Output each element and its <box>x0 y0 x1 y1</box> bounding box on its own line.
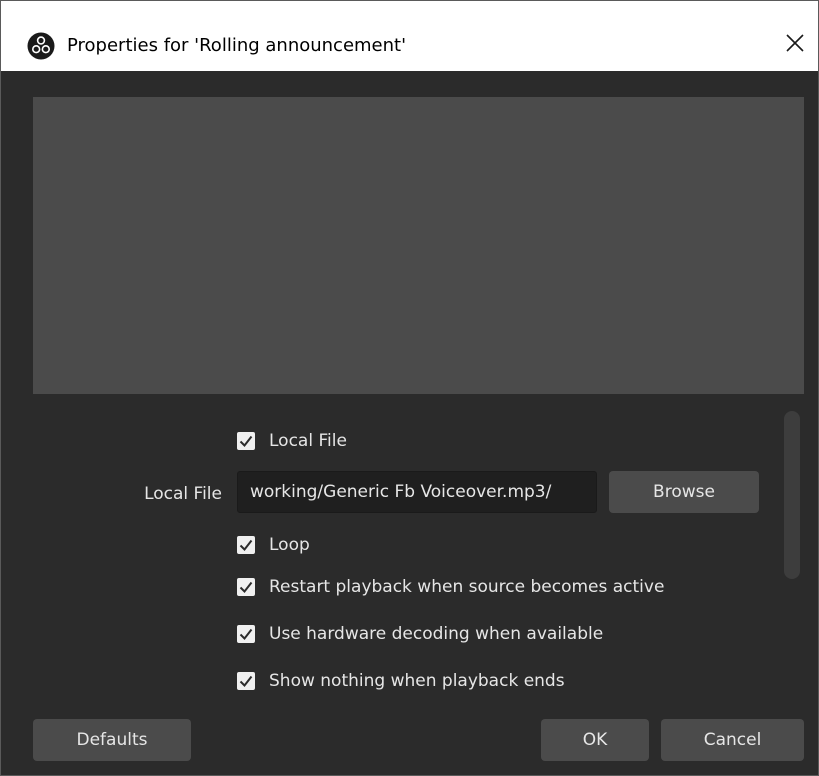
hardware-decoding-checkbox-label: Use hardware decoding when available <box>269 624 604 644</box>
checkbox-checked-icon <box>237 625 255 643</box>
ok-button[interactable]: OK <box>541 719 649 761</box>
loop-checkbox[interactable]: Loop <box>237 533 310 557</box>
checkbox-checked-icon <box>237 578 255 596</box>
local-file-path-input[interactable] <box>237 471 597 513</box>
local-file-field-label: Local File <box>144 484 222 504</box>
local-file-checkbox[interactable]: Local File <box>237 429 347 453</box>
close-button[interactable] <box>772 23 818 67</box>
obs-logo-icon <box>27 32 55 60</box>
close-icon <box>786 34 804 56</box>
cancel-button[interactable]: Cancel <box>661 719 804 761</box>
restart-playback-checkbox[interactable]: Restart playback when source becomes act… <box>237 575 664 599</box>
checkbox-checked-icon <box>237 432 255 450</box>
loop-checkbox-label: Loop <box>269 535 310 555</box>
properties-dialog: Properties for 'Rolling announcement' Lo… <box>0 0 819 776</box>
properties-panel: Local File Local File Browse Loop Restar… <box>1 401 818 701</box>
restart-playback-checkbox-label: Restart playback when source becomes act… <box>269 577 665 597</box>
hardware-decoding-checkbox[interactable]: Use hardware decoding when available <box>237 622 603 646</box>
title-bar: Properties for 'Rolling announcement' <box>1 1 818 71</box>
defaults-button[interactable]: Defaults <box>33 719 191 761</box>
show-nothing-checkbox[interactable]: Show nothing when playback ends <box>237 669 565 693</box>
local-file-checkbox-label: Local File <box>269 431 347 451</box>
properties-scrollbar[interactable] <box>784 411 800 579</box>
checkbox-checked-icon <box>237 536 255 554</box>
browse-button[interactable]: Browse <box>609 471 759 513</box>
window-title: Properties for 'Rolling announcement' <box>67 35 407 56</box>
source-preview <box>33 97 804 394</box>
checkbox-checked-icon <box>237 672 255 690</box>
show-nothing-checkbox-label: Show nothing when playback ends <box>269 671 565 691</box>
